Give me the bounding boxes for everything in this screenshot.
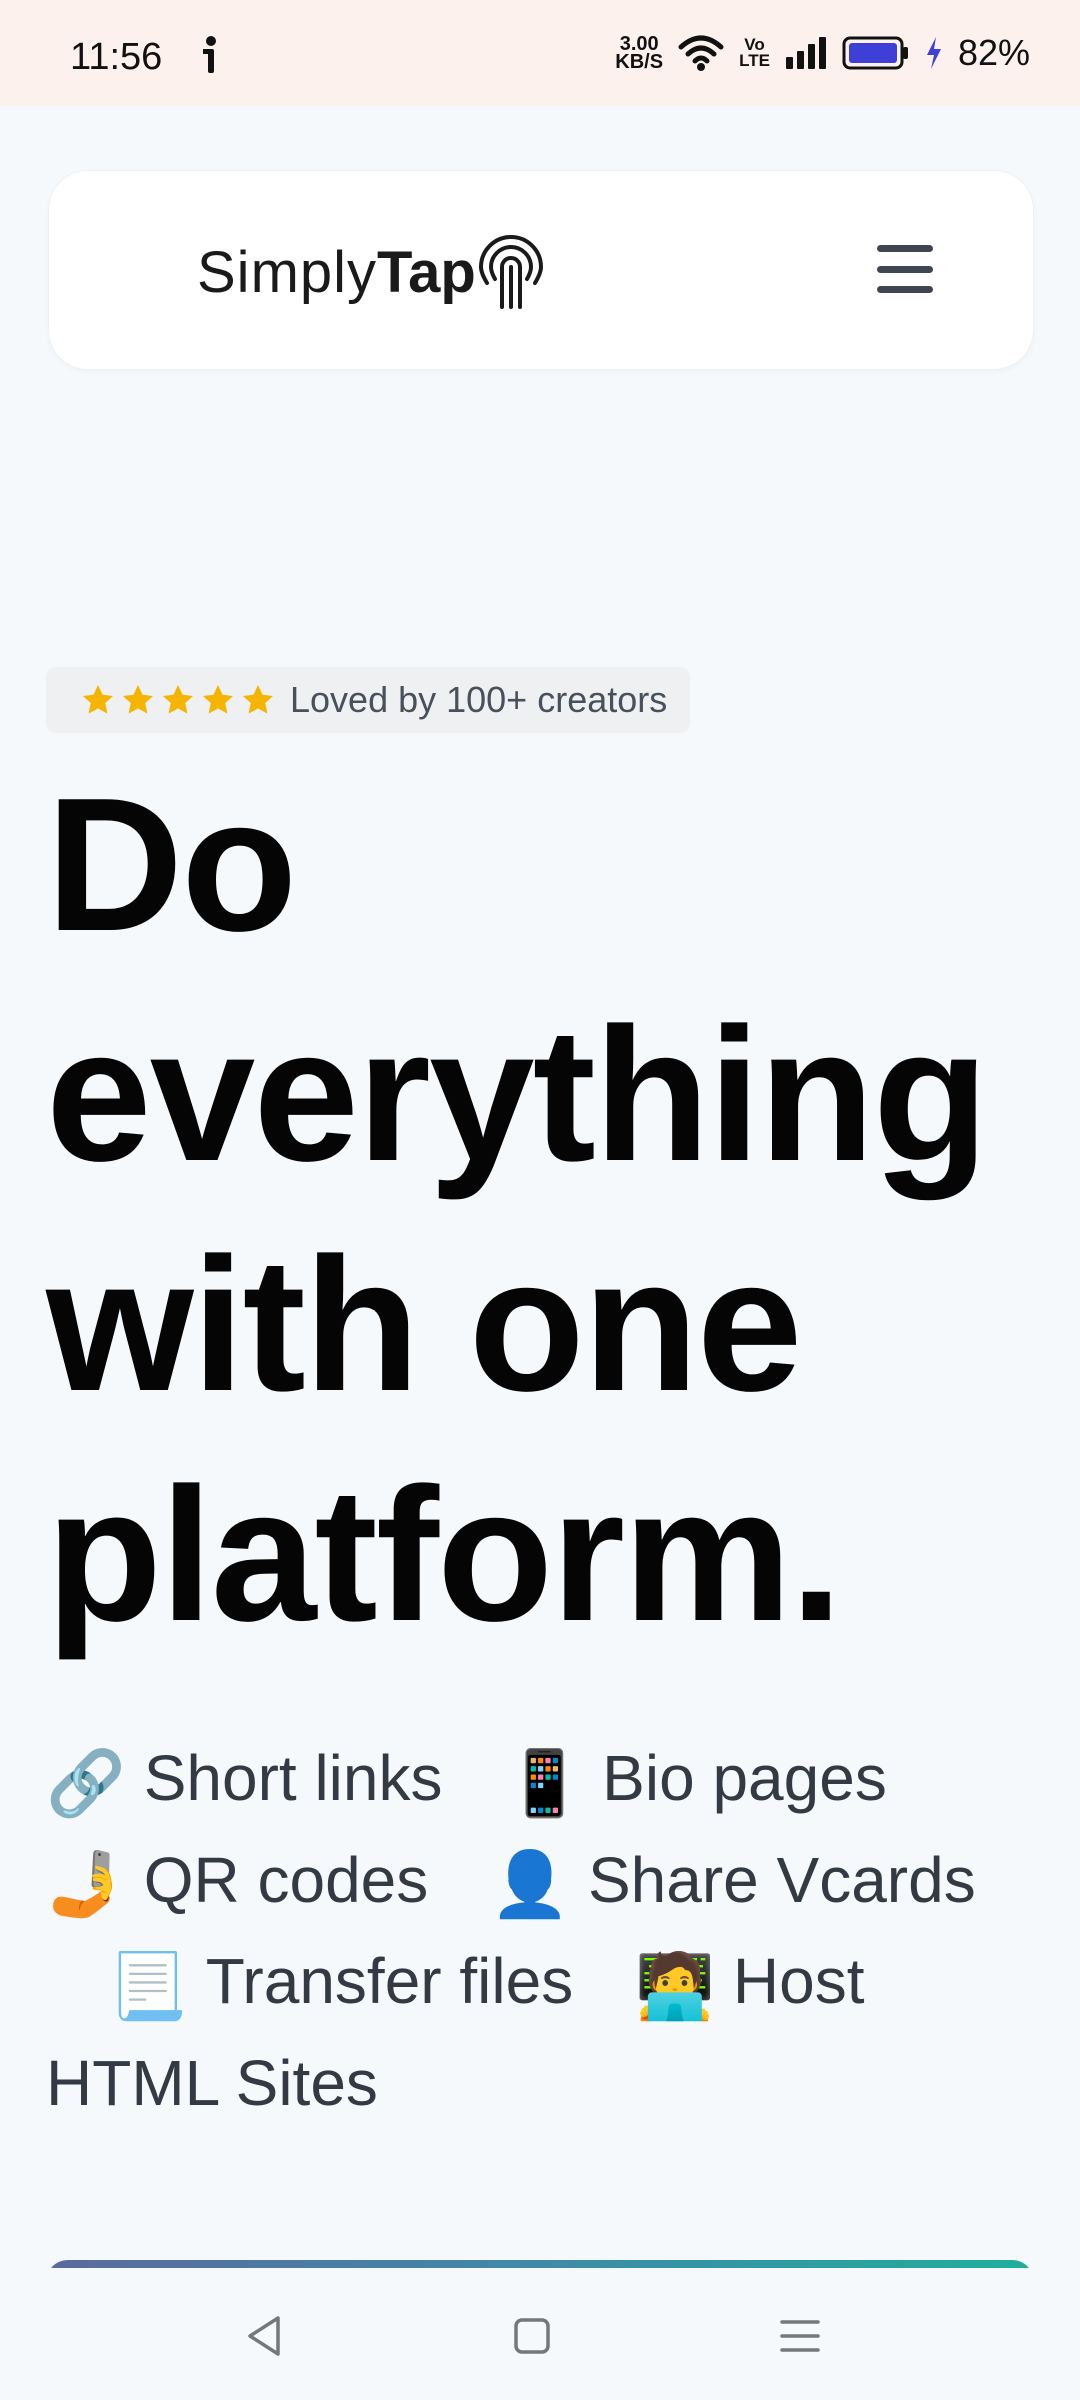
charging-icon	[926, 37, 941, 69]
volte-icon: Vo LTE	[739, 35, 770, 70]
document-icon: 📃	[108, 1949, 188, 2022]
feature-qr-codes: 🤳 QR codes	[46, 1844, 428, 1921]
home-square-icon[interactable]	[504, 2308, 560, 2364]
feature-host-html-sites: 🧑‍💻 Host	[635, 1945, 864, 2022]
recents-menu-icon[interactable]	[772, 2308, 828, 2364]
star-icon	[203, 685, 233, 714]
status-bar: 11:56 3.00 KB/S Vo LTE 82%	[0, 0, 1080, 106]
tap-waves-icon	[478, 235, 543, 309]
mobile-phone-icon: 📱	[504, 1746, 585, 1819]
person-icon: 👤	[490, 1848, 570, 1921]
technologist-icon: 🧑‍💻	[635, 1949, 715, 2022]
battery-percent: 82%	[957, 32, 1030, 73]
hamburger-menu-icon[interactable]	[877, 241, 933, 297]
network-speed: 3.00 KB/S	[615, 33, 664, 73]
logo-text-tap: Tap	[377, 239, 476, 305]
social-proof-badge: Loved by 100+ creators	[46, 667, 690, 733]
signal-icon	[785, 37, 826, 69]
feature-list: 🔗 Short links 📱 Bio pages 🤳 QR codes 👤 Share V…	[46, 1730, 1036, 2132]
hero-headline: Do everything with one platform.	[46, 750, 1046, 1670]
star-icon	[163, 685, 193, 714]
status-time: 11:56	[70, 36, 163, 78]
status-icons: 3.00 KB/S Vo LTE 82%	[615, 28, 1030, 78]
star-icon	[83, 685, 113, 714]
star-icon	[243, 685, 273, 714]
logo-text-simply: Simply	[197, 239, 378, 305]
menu-line	[877, 286, 933, 293]
feature-transfer-files: 📃 Transfer files	[108, 1945, 573, 2022]
wifi-icon	[678, 35, 724, 71]
star-icon	[123, 685, 153, 714]
hero-line: with one	[46, 1219, 802, 1431]
menu-line	[877, 265, 933, 273]
back-triangle-icon[interactable]	[238, 2308, 294, 2364]
feature-host-html-sites-continued: HTML Sites	[46, 2046, 378, 2119]
feature-share-vcards: 👤 Share Vcards	[490, 1844, 975, 1921]
hero-line: Do	[46, 759, 297, 971]
menu-line	[877, 245, 933, 252]
hero-line: platform.	[46, 1449, 843, 1661]
battery-icon	[842, 36, 908, 70]
rating-stars	[80, 682, 276, 718]
selfie-icon: 🤳	[46, 1848, 126, 1921]
site-header: Simply Tap	[48, 170, 1034, 370]
feature-bio-pages: 📱 Bio pages	[504, 1742, 886, 1819]
hero-line: everything	[46, 989, 989, 1201]
logo[interactable]: Simply Tap	[197, 227, 544, 317]
badge-text: Loved by 100+ creators	[290, 679, 668, 720]
system-nav-bar	[0, 2268, 1080, 2400]
feature-short-links: 🔗 Short links	[46, 1742, 442, 1819]
link-icon: 🔗	[46, 1746, 126, 1819]
alert-icon	[203, 36, 216, 73]
